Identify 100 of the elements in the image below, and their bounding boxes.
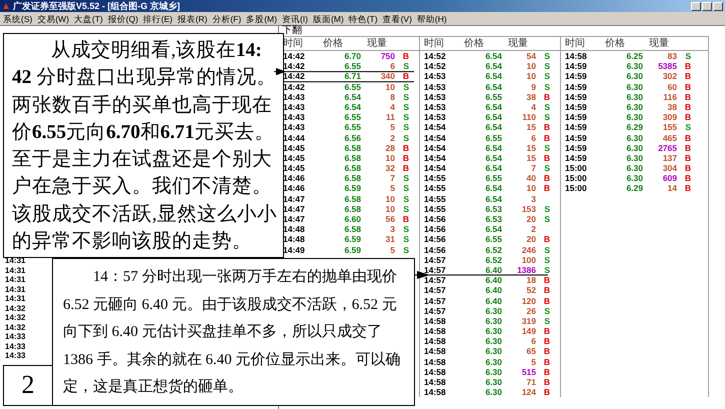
price-cell-text: 6.54 [484,142,502,153]
menu-item[interactable]: 资讯(I) [282,12,308,24]
trade-side: B [542,387,550,398]
volume-cell-text: 120 [520,296,536,306]
trade-side: B [684,142,691,153]
trade-side: B [402,142,409,153]
price-cell-text: 6.54 [484,194,502,204]
volume-cell-text: 155 [662,122,677,133]
volume-cell-text: 153 [520,204,536,214]
time-cell-text: 14:53 [424,112,447,122]
time-cell-text: 14:43 [283,102,306,112]
trade-side: B [542,183,550,194]
trade-side: B [684,173,691,184]
window-title: 广发证券至强版V5.52 - [组合图-G 京城乡] [13,0,180,12]
price-cell-text: 6.30 [484,336,502,346]
price-cell-text: 6.54 [484,224,502,234]
app-icon [2,2,10,10]
volume-cell-text: 38 [666,102,677,112]
volume-cell-text: 40 [526,173,536,184]
price-cell-text: 6.55 [484,132,502,143]
volume-cell-text: 60 [666,82,677,92]
trade-side: S [543,254,550,265]
volume-cell-text: 515 [520,366,536,378]
trade-side: B [542,326,550,336]
time-cell-text: 14:58 [424,346,447,357]
volume-cell-text: 7 [389,173,395,184]
volume-cell-text: 28 [384,142,395,153]
volume-cell-text: 9 [530,82,536,92]
restore-button[interactable] [702,2,712,10]
menu-item[interactable]: 分析(F) [212,12,242,24]
price-cell-text: 6.52 [484,244,502,255]
volume-cell-text: 5 [389,244,395,255]
column-header: 现量 [649,37,670,50]
trade-side: S [543,163,550,174]
time-cell-text: 14:46 [283,173,306,184]
volume-cell-text: 31 [384,234,395,245]
time-cell-text: 14:57 [424,285,447,296]
time-cell-text: 14:58 [424,387,447,398]
price-cell-text: 6.30 [625,71,643,82]
menu-item[interactable]: 报价(Q) [108,12,138,24]
trade-side: B [542,173,550,184]
volume-cell-text: 83 [666,51,677,62]
trade-side: S [402,173,409,184]
time-cell-text: 14:59 [565,82,588,92]
close-button[interactable] [713,2,723,10]
menu-item[interactable]: 系统(S) [3,12,32,24]
menu-item[interactable]: 查看(V) [382,12,412,24]
menu-item[interactable]: 报表(R) [178,12,208,24]
volume-cell-text: 5 [530,356,536,367]
time-cell-text: 14:52 [424,61,447,72]
trade-side: B [542,92,550,102]
volume-cell-text: 18 [526,275,536,286]
price-cell-text: 6.29 [625,183,643,194]
volume-cell-text: 15 [526,122,536,133]
trade-side: B [684,71,691,82]
volume-cell-text: 246 [520,244,536,255]
trade-side: B [684,183,691,194]
time-cell-text: 14:57 [424,296,447,306]
trade-side: B [684,132,691,143]
price-cell-text: 6.30 [484,377,502,388]
price-cell-text: 6.30 [484,366,502,378]
volume-cell-text: 10 [526,71,536,82]
price-cell-text: 6.58 [343,194,361,204]
trade-side: S [402,92,409,102]
menu-item[interactable]: 特色(T) [348,12,378,24]
volume-cell-text: 309 [662,112,677,122]
volume-cell-text: 137 [662,152,677,164]
volume-cell-text: 465 [662,132,677,143]
column-header: 价格 [605,37,626,50]
menu-item[interactable]: 版面(M) [312,12,344,24]
volume-cell-text: 3 [530,194,536,204]
time-cell-text: 14:59 [565,112,588,122]
price-cell-text: 6.58 [343,224,361,234]
trade-side: B [542,122,550,133]
volume-cell-text: 124 [520,387,536,398]
price-cell-text: 6.30 [625,112,643,122]
volume-cell-text: 71 [526,377,536,388]
volume-cell-text: 609 [662,173,677,184]
menu-item[interactable]: 交易(W) [37,12,70,24]
price-cell-text: 6.40 [484,264,502,276]
menu-item[interactable]: 大盘(T) [74,12,103,24]
menu-item[interactable]: 多股(M) [246,12,277,24]
time-cell-text: 14:42 [283,71,306,82]
trade-side: S [684,51,691,62]
menu-item[interactable]: 排行(E) [143,12,173,24]
trade-side: S [543,204,550,214]
minimize-button[interactable] [691,2,701,10]
time-cell-text: 14:42 [283,61,306,72]
price-cell-text: 6.53 [484,214,502,224]
page-down-label[interactable]: 下翻 [279,26,709,36]
trade-side: B [542,336,550,346]
time-cell-text: 14:58 [424,377,447,388]
time-cell: 14:31 [5,266,26,275]
price-cell-text: 6.54 [484,152,502,164]
price-cell-text: 6.53 [484,204,502,214]
trade-side: B [542,152,550,164]
volume-cell-text: 32 [384,163,395,174]
trade-side: B [684,61,691,72]
menu-item[interactable]: 帮助(H) [416,12,447,24]
trade-side: B [542,366,550,378]
